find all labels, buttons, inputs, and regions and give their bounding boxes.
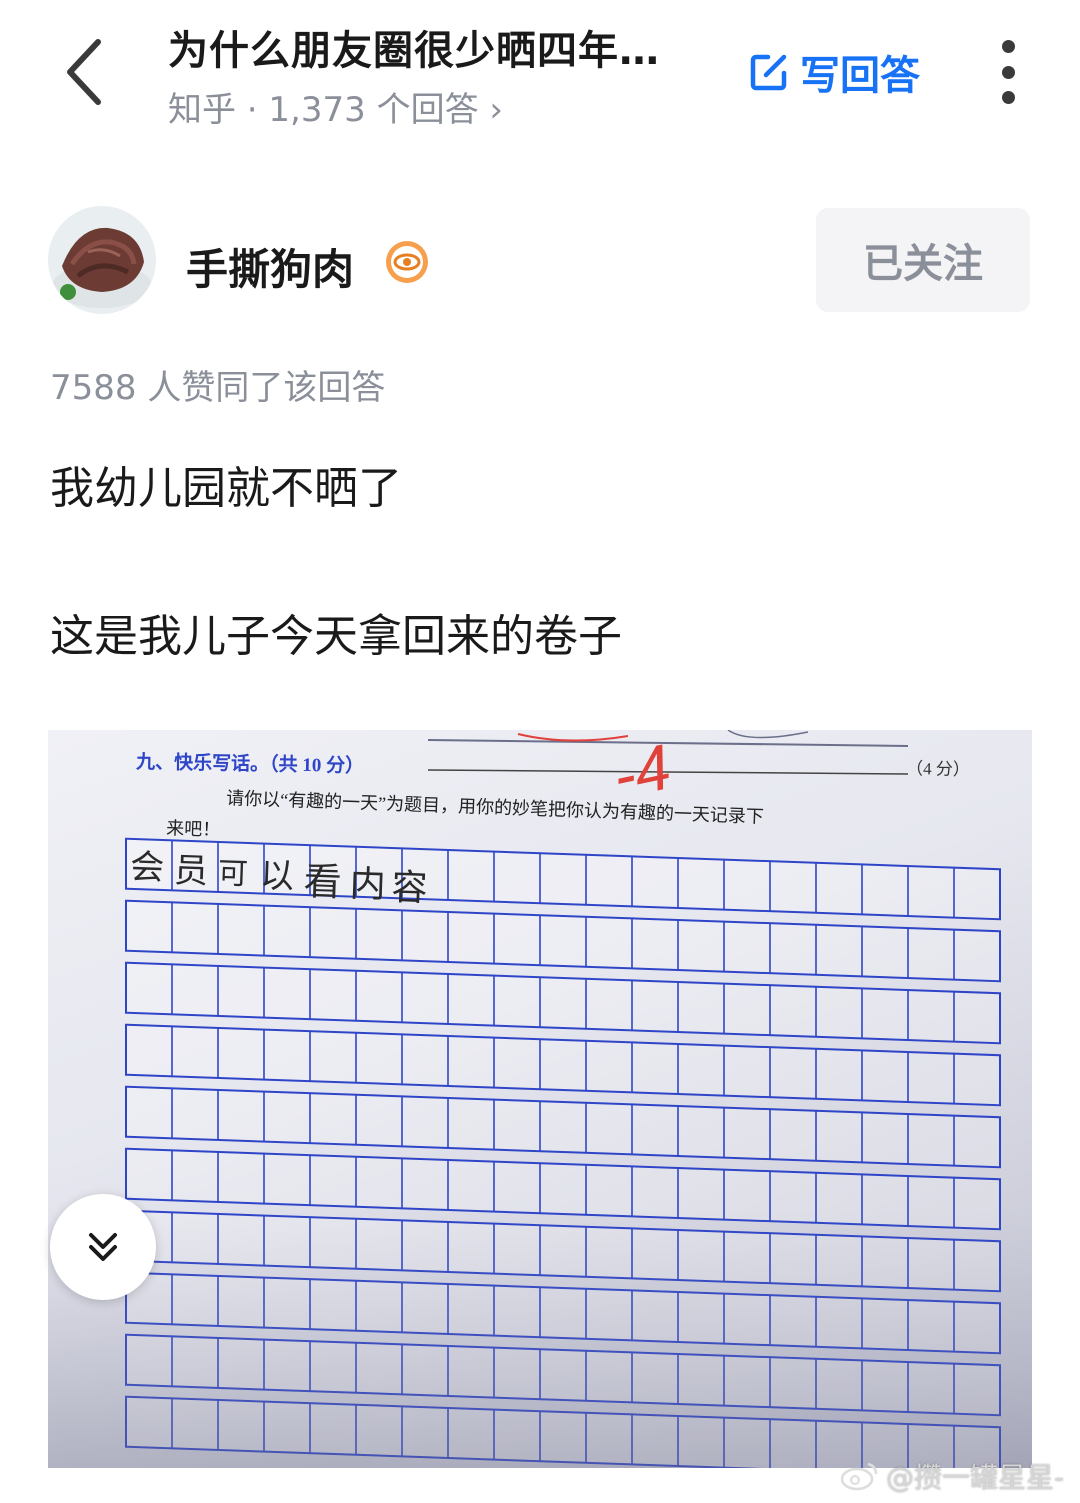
answer-count-link[interactable]: 知乎 · 1,373 个回答 › (168, 82, 503, 131)
write-answer-label: 写回答 (800, 53, 920, 99)
handwritten-char: 内 (349, 864, 386, 906)
worksheet-score: （4 分） (906, 759, 970, 779)
double-chevron-down-icon (89, 1233, 117, 1261)
worksheet-prompt: 请你以“有趣的一天”为题目，用你的妙笔把你认为有趣的一天记录下 (226, 788, 764, 827)
top-bar: 为什么朋友圈很少晒四年… 知乎 · 1,373 个回答 › 写回答 (0, 0, 1080, 150)
handwritten-char: 员 (173, 851, 208, 892)
follow-button[interactable]: 已关注 (816, 208, 1030, 312)
more-dot (1001, 65, 1015, 79)
handwritten-char: 可 (217, 856, 248, 892)
answer-paragraph: 我幼儿园就不晒了 (50, 463, 402, 514)
author-avatar[interactable] (48, 206, 156, 314)
handwritten-char: 会 (129, 847, 164, 888)
answer-image[interactable]: 九、快乐写话。（共 10 分） （4 分） -4 请你以“有趣的一天”为题目，用… (48, 730, 1032, 1468)
handwritten-char: 看 (303, 859, 343, 904)
worksheet-prompt-end: 来吧！ (166, 818, 221, 840)
back-arrow-icon (67, 39, 101, 105)
more-options-button[interactable] (990, 40, 1026, 104)
handwritten-char: 以 (259, 856, 294, 897)
back-button[interactable] (56, 34, 116, 110)
more-dot (1001, 91, 1015, 104)
worksheet-heading: 九、快乐写话。（共 10 分） (135, 750, 364, 777)
more-vertical-icon (1001, 40, 1015, 53)
watermark-text: @攒一罐星星- (886, 1461, 1065, 1494)
edit-icon (750, 54, 787, 91)
answer-paragraph: 这是我儿子今天拿回来的卷子 (50, 611, 622, 662)
watermark: @攒一罐星星- (840, 1456, 1064, 1496)
question-title[interactable]: 为什么朋友圈很少晒四年… (168, 18, 728, 76)
expand-answer-button[interactable] (50, 1194, 156, 1300)
weibo-icon (840, 1462, 878, 1491)
eye-badge-icon (386, 241, 428, 283)
handwritten-char: 容 (391, 867, 428, 909)
write-answer-button[interactable]: 写回答 (748, 44, 920, 100)
vote-count: 7588 人赞同了该回答 (50, 368, 386, 408)
author-name[interactable]: 手撕狗肉 (186, 236, 354, 297)
